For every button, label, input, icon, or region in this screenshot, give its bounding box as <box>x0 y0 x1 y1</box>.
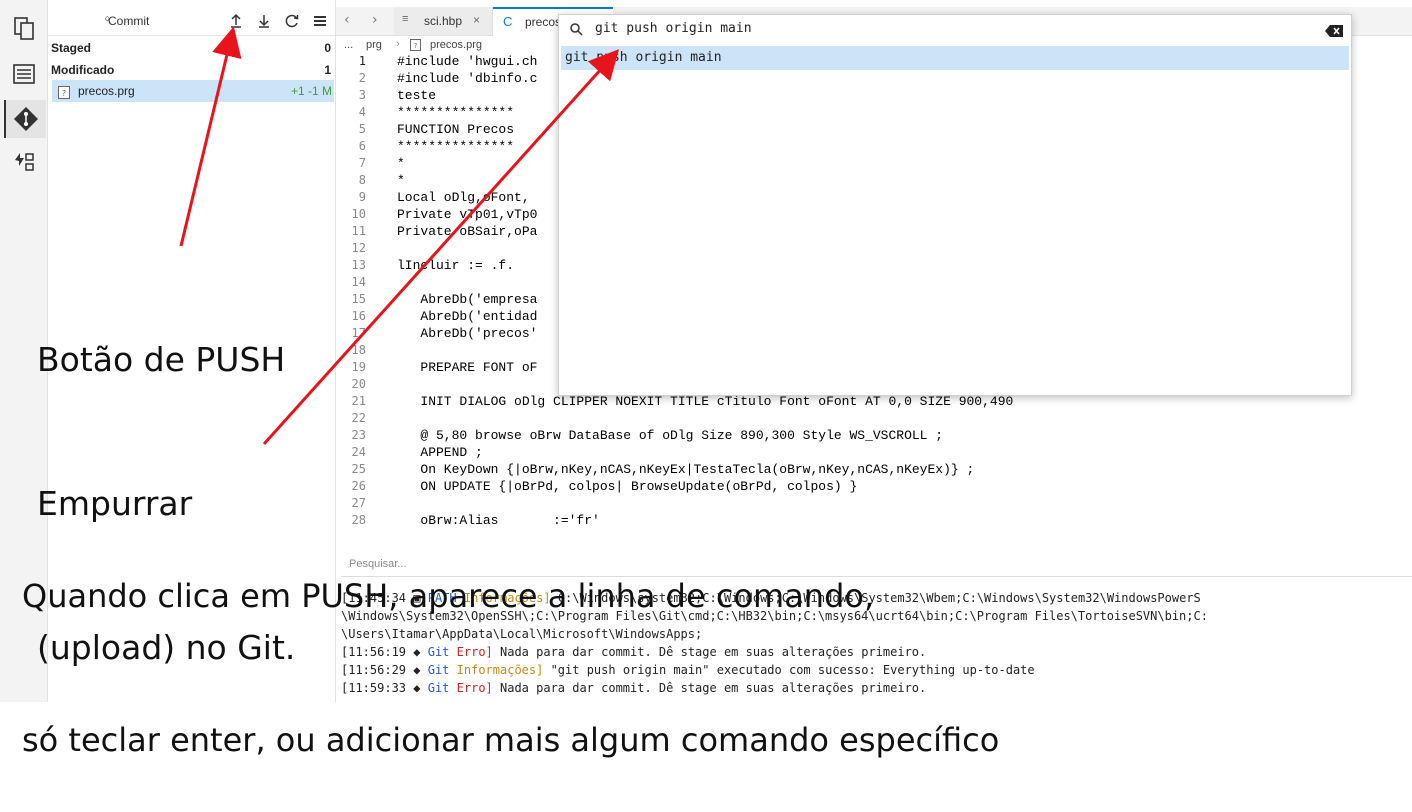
bottom-annotation-line: só teclar enter, ou adicionar mais algum… <box>22 721 1000 759</box>
arrow-to-command <box>262 49 620 446</box>
bottom-annotation-line: Quando clica em PUSH, aparece a linha de… <box>22 577 875 615</box>
push-annotation-line: Botão de PUSH <box>37 340 286 379</box>
arrow-to-push-button <box>179 26 242 247</box>
bottom-annotation: Quando clica em PUSH, aparece a linha de… <box>22 476 999 812</box>
